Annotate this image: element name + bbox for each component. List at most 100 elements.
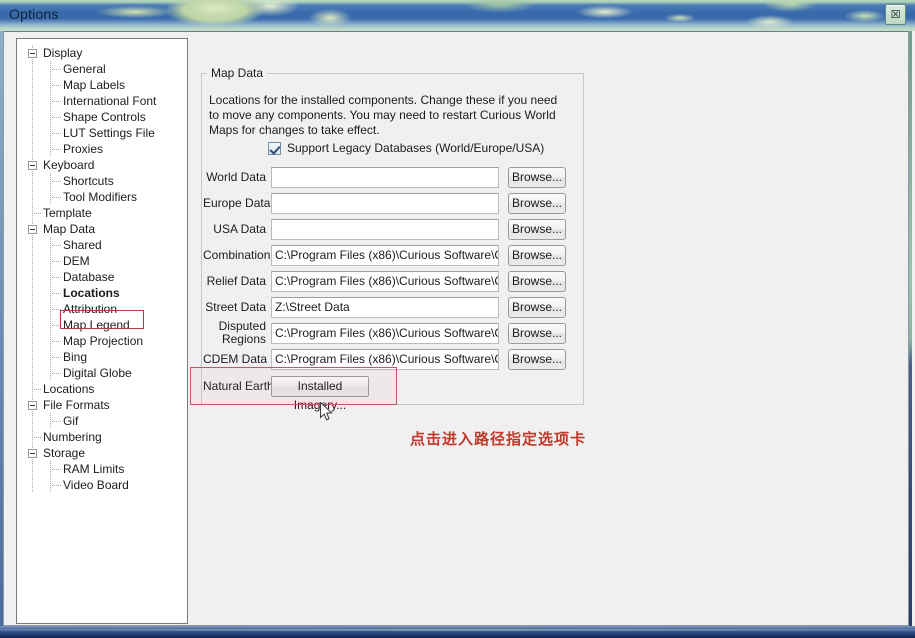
tree-collapse-icon[interactable] bbox=[28, 401, 37, 410]
sidebar-item-lut-settings-file[interactable]: LUT Settings File bbox=[17, 125, 187, 141]
field-input-usa-data[interactable] bbox=[271, 219, 499, 240]
field-input-relief-data[interactable]: C:\Program Files (x86)\Curious Software\… bbox=[271, 271, 499, 292]
sidebar-item-proxies[interactable]: Proxies bbox=[17, 141, 187, 157]
sidebar-item-label: Locations bbox=[43, 382, 95, 396]
sidebar-item-shape-controls[interactable]: Shape Controls bbox=[17, 109, 187, 125]
sidebar-item-bing[interactable]: Bing bbox=[17, 349, 187, 365]
browse-button-relief-data[interactable]: Browse... bbox=[508, 271, 566, 292]
tree-trunk-line bbox=[32, 461, 33, 477]
sidebar-item-label: General bbox=[63, 62, 106, 76]
sidebar-item-label: LUT Settings File bbox=[63, 126, 155, 140]
sidebar-item-international-font[interactable]: International Font bbox=[17, 93, 187, 109]
sidebar-item-locations[interactable]: Locations bbox=[17, 285, 187, 301]
sidebar-item-label: Tool Modifiers bbox=[63, 190, 138, 204]
tree-collapse-icon[interactable] bbox=[28, 225, 37, 234]
instruction-annotation: 点击进入路径指定选项卡 bbox=[410, 430, 587, 448]
options-tree[interactable]: Display General Map Labels International Fo… bbox=[16, 38, 188, 624]
sidebar-item-template[interactable]: Template bbox=[17, 205, 187, 221]
sidebar-item-map-labels[interactable]: Map Labels bbox=[17, 77, 187, 93]
browse-button-combination[interactable]: Browse... bbox=[508, 245, 566, 266]
browse-button-cdem-data[interactable]: Browse... bbox=[508, 349, 566, 370]
field-input-cdem-data[interactable]: C:\Program Files (x86)\Curious Software\… bbox=[271, 349, 499, 370]
browse-button-world-data[interactable]: Browse... bbox=[508, 167, 566, 188]
sidebar-item-locations[interactable]: Locations bbox=[17, 381, 187, 397]
field-row-street-data: Street Data Z:\Street Data Browse... bbox=[203, 297, 581, 319]
tree-trunk-line bbox=[32, 173, 33, 189]
sidebar-item-shortcuts[interactable]: Shortcuts bbox=[17, 173, 187, 189]
support-legacy-databases-row[interactable]: Support Legacy Databases (World/Europe/U… bbox=[268, 141, 544, 155]
tree-connector-line bbox=[50, 261, 61, 262]
map-data-description: Locations for the installed components. … bbox=[209, 93, 558, 137]
field-label-street-data: Street Data bbox=[205, 300, 266, 314]
tree-connector-line bbox=[50, 357, 61, 358]
tree-collapse-icon[interactable] bbox=[28, 49, 37, 58]
sidebar-item-map-legend[interactable]: Map Legend bbox=[17, 317, 187, 333]
sidebar-item-map-projection[interactable]: Map Projection bbox=[17, 333, 187, 349]
tree-connector-line bbox=[50, 373, 61, 374]
tree-trunk-line bbox=[32, 301, 33, 317]
sidebar-item-label: Proxies bbox=[63, 142, 104, 156]
tree-trunk-line bbox=[32, 253, 33, 269]
support-legacy-databases-label: Support Legacy Databases (World/Europe/U… bbox=[287, 141, 545, 155]
tree-connector-line bbox=[50, 245, 61, 246]
sidebar-item-shared[interactable]: Shared bbox=[17, 237, 187, 253]
close-icon: ☒ bbox=[890, 8, 901, 21]
tree-connector-line bbox=[50, 341, 61, 342]
sidebar-item-ram-limits[interactable]: RAM Limits bbox=[17, 461, 187, 477]
sidebar-item-label: Display bbox=[43, 46, 83, 60]
sidebar-item-keyboard[interactable]: Keyboard bbox=[17, 157, 187, 173]
tree-connector-line bbox=[50, 277, 61, 278]
browse-button-street-data[interactable]: Browse... bbox=[508, 297, 566, 318]
field-row-usa-data: USA Data Browse... bbox=[203, 219, 581, 241]
tree-collapse-icon[interactable] bbox=[28, 449, 37, 458]
sidebar-item-gif[interactable]: Gif bbox=[17, 413, 187, 429]
sidebar-item-label: Map Legend bbox=[63, 318, 130, 332]
sidebar-item-tool-modifiers[interactable]: Tool Modifiers bbox=[17, 189, 187, 205]
tree-connector-line bbox=[50, 309, 61, 310]
sidebar-item-file-formats[interactable]: File Formats bbox=[17, 397, 187, 413]
sidebar-item-display[interactable]: Display bbox=[17, 45, 187, 61]
field-label-world-data: World Data bbox=[206, 170, 266, 184]
title-bar[interactable]: Options ☒ bbox=[0, 0, 915, 31]
tree-trunk-line bbox=[32, 237, 33, 253]
installed-imagery-button[interactable]: Installed Imagery... bbox=[271, 376, 369, 412]
sidebar-item-label: Shortcuts bbox=[63, 174, 114, 188]
field-label-relief-data: Relief Data bbox=[206, 274, 266, 288]
browse-button-usa-data[interactable]: Browse... bbox=[508, 219, 566, 240]
field-input-disputed-regions[interactable]: C:\Program Files (x86)\Curious Software\… bbox=[271, 323, 499, 344]
field-input-world-data[interactable] bbox=[271, 167, 499, 188]
field-label-disputed-regions: Disputed Regions bbox=[218, 319, 266, 346]
sidebar-item-label: International Font bbox=[63, 94, 157, 108]
tree-collapse-icon[interactable] bbox=[28, 161, 37, 170]
support-legacy-databases-checkbox[interactable] bbox=[268, 141, 281, 155]
sidebar-item-attribution[interactable]: Attribution bbox=[17, 301, 187, 317]
browse-button-europe-data[interactable]: Browse... bbox=[508, 193, 566, 214]
sidebar-item-label: Digital Globe bbox=[63, 366, 132, 380]
field-input-combination[interactable]: C:\Program Files (x86)\Curious Software\… bbox=[271, 245, 499, 266]
field-label-combination: Combination bbox=[203, 248, 271, 262]
close-button[interactable]: ☒ bbox=[885, 4, 906, 25]
tree-connector-line bbox=[50, 469, 61, 470]
sidebar-item-map-data[interactable]: Map Data bbox=[17, 221, 187, 237]
browse-button-disputed-regions[interactable]: Browse... bbox=[508, 323, 566, 344]
field-row-cdem-data: CDEM Data C:\Program Files (x86)\Curious … bbox=[203, 349, 581, 371]
tree-connector-line bbox=[50, 421, 61, 422]
sidebar-item-label: Bing bbox=[63, 350, 88, 364]
tree-trunk-line bbox=[32, 141, 33, 157]
sidebar-item-digital-globe[interactable]: Digital Globe bbox=[17, 365, 187, 381]
field-input-street-data[interactable]: Z:\Street Data bbox=[271, 297, 499, 318]
sidebar-item-label: Numbering bbox=[43, 430, 102, 444]
sidebar-item-label: Locations bbox=[63, 286, 120, 300]
tree-connector-line bbox=[32, 389, 42, 390]
window-bottom-bevel bbox=[0, 626, 915, 638]
sidebar-item-storage[interactable]: Storage bbox=[17, 445, 187, 461]
window-bottom-highlight bbox=[0, 629, 915, 631]
sidebar-item-general[interactable]: General bbox=[17, 61, 187, 77]
sidebar-item-label: Keyboard bbox=[43, 158, 95, 172]
field-label-cdem-data: CDEM Data bbox=[203, 352, 268, 366]
sidebar-item-database[interactable]: Database bbox=[17, 269, 187, 285]
sidebar-item-dem[interactable]: DEM bbox=[17, 253, 187, 269]
field-input-europe-data[interactable] bbox=[271, 193, 499, 214]
sidebar-item-numbering[interactable]: Numbering bbox=[17, 429, 187, 445]
sidebar-item-video-board[interactable]: Video Board bbox=[17, 477, 187, 493]
